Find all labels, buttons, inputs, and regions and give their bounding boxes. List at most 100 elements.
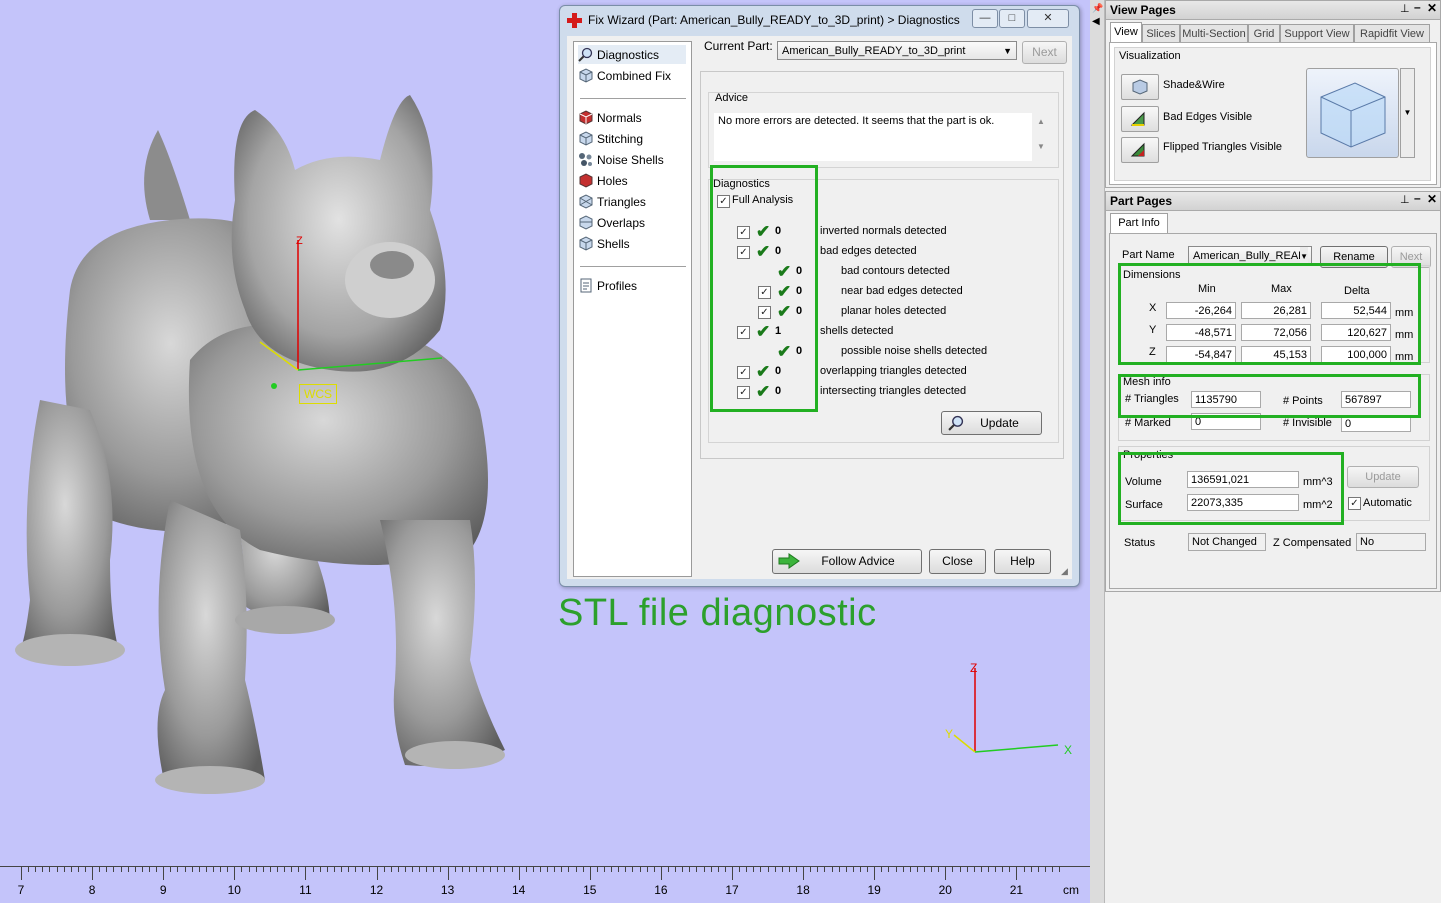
nav-item-shells[interactable]: Shells — [578, 234, 686, 253]
tab-grid[interactable]: Grid — [1248, 24, 1280, 43]
flipped-triangles-button[interactable] — [1121, 137, 1159, 163]
properties-update-button[interactable]: Update — [1347, 466, 1419, 488]
view-cube[interactable] — [1306, 68, 1399, 158]
nav-item-triangles[interactable]: Triangles — [578, 192, 686, 211]
ruler-minor-tick — [724, 866, 726, 872]
nav-separator — [580, 98, 686, 99]
ruler-minor-tick — [42, 866, 44, 872]
part-pages-title: Part Pages — [1110, 194, 1173, 208]
nav-item-holes[interactable]: Holes — [578, 171, 686, 190]
magnifier-icon — [578, 47, 593, 62]
next-button[interactable]: Next — [1022, 41, 1067, 64]
close-icon[interactable]: ✕ — [1427, 1, 1437, 15]
ruler-minor-tick — [966, 866, 968, 872]
scroll-up-icon[interactable]: ▲ — [1032, 117, 1050, 126]
ruler-minor-tick — [959, 866, 961, 872]
ruler-minor-tick — [70, 866, 72, 872]
ruler-minor-tick — [675, 866, 677, 872]
tab-part-info[interactable]: Part Info — [1110, 213, 1168, 234]
current-part-select[interactable]: American_Bully_READY_to_3D_print ▼ — [777, 41, 1017, 60]
nav-label: Noise Shells — [597, 152, 664, 167]
nav-item-diagnostics[interactable]: Diagnostics — [578, 45, 686, 64]
ruler-minor-tick — [739, 866, 741, 872]
dock-strip: 📌 ◀ — [1090, 0, 1105, 903]
triangles-icon — [579, 194, 593, 209]
ruler-minor-tick — [838, 866, 840, 872]
ruler-minor-tick — [312, 866, 314, 872]
close-icon[interactable]: ✕ — [1427, 192, 1437, 206]
scroll-down-icon[interactable]: ▼ — [1032, 142, 1050, 151]
tab-multi-section[interactable]: Multi-Section — [1180, 24, 1248, 43]
ruler-minor-tick — [497, 866, 499, 872]
collapse-arrow-icon[interactable]: ◀ — [1092, 16, 1100, 27]
part-pages-header: Part Pages ⊥ – ✕ — [1106, 191, 1440, 211]
dialog-body: Diagnostics Combined Fix Normals Stitchi… — [567, 36, 1072, 579]
noise-shells-icon — [579, 153, 592, 166]
ruler-major-tick — [447, 866, 449, 880]
resize-grip[interactable]: ◢ — [1061, 566, 1071, 576]
ruler-minor-tick — [454, 866, 456, 872]
minimize-icon[interactable]: – — [1414, 0, 1421, 14]
nav-item-normals[interactable]: Normals — [578, 108, 686, 127]
ruler-minor-tick — [184, 866, 186, 872]
cube-icon — [579, 68, 593, 83]
ruler-label: 7 — [17, 883, 25, 897]
close-window-button[interactable]: ✕ — [1027, 9, 1069, 28]
maximize-button[interactable]: □ — [999, 9, 1025, 28]
ruler-minor-tick — [348, 866, 350, 872]
minimize-button[interactable]: — — [972, 9, 998, 28]
diagnostic-label: possible noise shells detected — [841, 345, 988, 357]
ruler-minor-tick — [902, 866, 904, 872]
shade-wire-button[interactable] — [1121, 74, 1159, 100]
nav-item-profiles[interactable]: Profiles — [578, 276, 686, 295]
ruler: 7 8 9 10 11 12 13 14 15 16 17 18 19 20 21 cm — [0, 866, 1090, 903]
ruler-minor-tick — [618, 866, 620, 872]
help-button[interactable]: Help — [994, 549, 1051, 574]
close-button[interactable]: Close — [929, 549, 986, 574]
automatic-checkbox[interactable]: ✓ — [1348, 497, 1361, 510]
ruler-label: 13 — [440, 883, 455, 897]
dialog-titlebar[interactable]: Fix Wizard (Part: American_Bully_READY_t… — [560, 6, 1079, 34]
ruler-label: 8 — [88, 883, 96, 897]
ruler-minor-tick — [227, 866, 229, 872]
shells-icon — [579, 236, 593, 251]
part-name-value: American_Bully_READ — [1193, 250, 1307, 262]
update-diagnostics-button[interactable]: Update — [941, 411, 1042, 435]
ruler-minor-tick — [333, 866, 335, 872]
ruler-minor-tick — [461, 866, 463, 872]
bad-edges-button[interactable] — [1121, 106, 1159, 132]
tab-support-view[interactable]: Support View — [1280, 24, 1354, 43]
minimize-icon[interactable]: – — [1414, 191, 1421, 205]
advice-text: No more errors are detected. It seems th… — [714, 113, 1032, 161]
nav-item-combined-fix[interactable]: Combined Fix — [578, 66, 686, 85]
nav-item-stitching[interactable]: Stitching — [578, 129, 686, 148]
diagnostic-label: intersecting triangles detected — [820, 385, 967, 397]
z-compensated-label: Z Compensated — [1273, 537, 1352, 549]
world-axis-triad — [953, 668, 1059, 753]
ruler-label: 16 — [654, 883, 668, 897]
ruler-minor-tick — [468, 866, 470, 872]
nav-item-overlaps[interactable]: Overlaps — [578, 213, 686, 232]
ruler-label: 14 — [512, 883, 526, 897]
pin-icon[interactable]: 📌 — [1092, 3, 1103, 14]
follow-advice-button[interactable]: Follow Advice — [772, 549, 922, 574]
ruler-minor-tick — [646, 866, 648, 872]
pin-icon[interactable]: ⊥ — [1400, 193, 1410, 206]
ruler-minor-tick — [106, 866, 108, 872]
ruler-minor-tick — [426, 866, 428, 872]
ruler-minor-tick — [84, 866, 86, 872]
dog-model[interactable] — [0, 80, 560, 800]
ruler-major-tick — [305, 866, 307, 880]
tab-slices[interactable]: Slices — [1142, 24, 1180, 43]
tab-rapidfit-view[interactable]: Rapidfit View — [1354, 24, 1430, 43]
ruler-minor-tick — [369, 866, 371, 872]
properties-highlight — [1118, 452, 1344, 525]
tab-view[interactable]: View — [1110, 22, 1142, 43]
ruler-minor-tick — [63, 866, 65, 872]
nav-item-noise-shells[interactable]: Noise Shells — [578, 150, 686, 169]
ruler-minor-tick — [404, 866, 406, 872]
pin-icon[interactable]: ⊥ — [1400, 2, 1410, 15]
view-cube-dropdown[interactable]: ▼ — [1400, 68, 1415, 158]
advice-scrollbar[interactable]: ▲ ▼ — [1032, 113, 1050, 161]
ruler-minor-tick — [355, 866, 357, 872]
